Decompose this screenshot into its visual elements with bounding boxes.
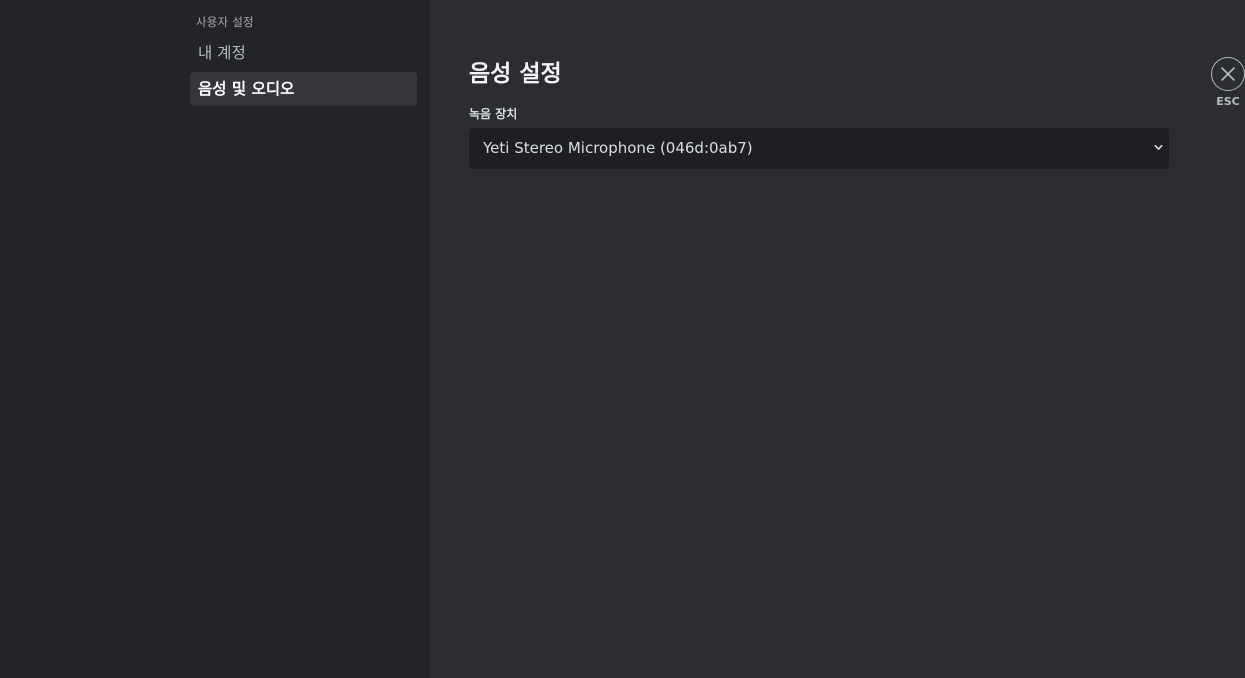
settings-content: 음성 설정 녹음 장치 Yeti Stereo Microphone (046d…	[430, 0, 1245, 678]
page-title: 음성 설정	[469, 61, 562, 87]
settings-window: 사용자 설정 내 계정 음성 및 오디오 음성 설정 녹음 장치 Yeti St…	[0, 0, 1245, 678]
close-icon	[1221, 67, 1235, 81]
close-settings: ESC	[1209, 57, 1245, 108]
sidebar-item-my-account[interactable]: 내 계정	[190, 36, 417, 70]
esc-label: ESC	[1216, 95, 1240, 108]
sidebar-item-voice-audio[interactable]: 음성 및 오디오	[190, 72, 417, 106]
input-device-select[interactable]: Yeti Stereo Microphone (046d:0ab7)	[469, 128, 1169, 169]
input-device-label: 녹음 장치	[469, 107, 518, 121]
chevron-down-icon	[1154, 144, 1163, 150]
input-device-value[interactable]: Yeti Stereo Microphone (046d:0ab7)	[469, 128, 1169, 169]
sidebar-section-header: 사용자 설정	[196, 15, 254, 29]
settings-sidebar: 사용자 설정 내 계정 음성 및 오디오	[0, 0, 430, 678]
close-button[interactable]	[1211, 57, 1245, 91]
